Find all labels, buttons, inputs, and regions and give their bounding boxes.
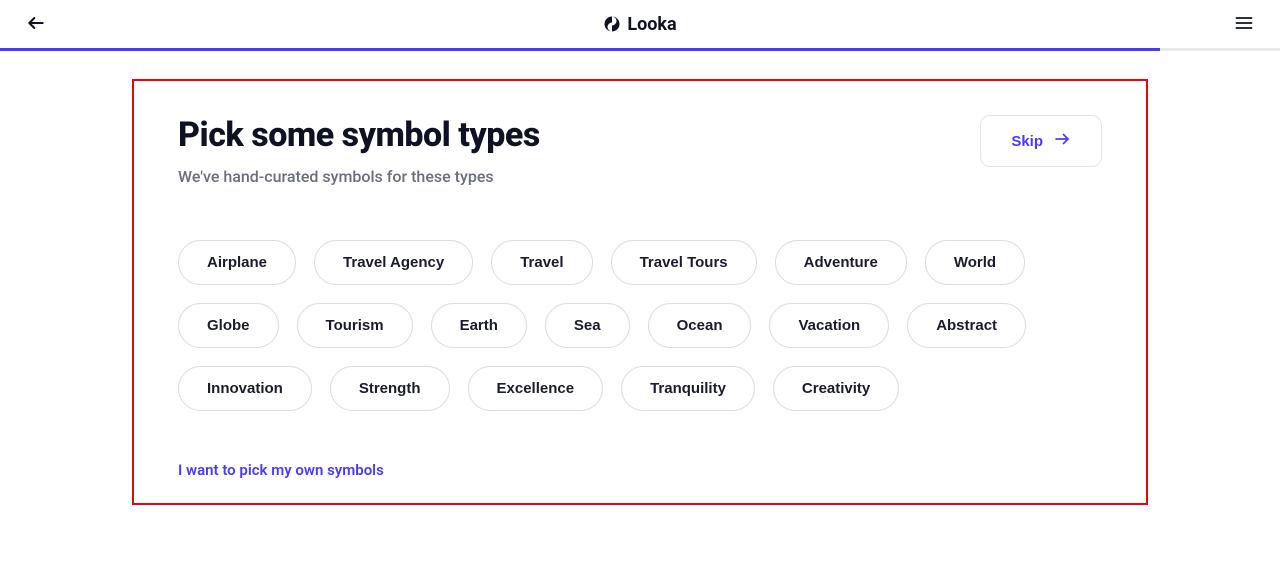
menu-button[interactable] bbox=[1228, 7, 1260, 42]
brand-name: Looka bbox=[627, 14, 676, 35]
chip-adventure[interactable]: Adventure bbox=[775, 240, 907, 285]
chip-ocean[interactable]: Ocean bbox=[648, 303, 752, 348]
chip-travel-agency[interactable]: Travel Agency bbox=[314, 240, 473, 285]
symbol-types-card: Pick some symbol types We've hand-curate… bbox=[132, 79, 1148, 505]
chip-airplane[interactable]: Airplane bbox=[178, 240, 296, 285]
app-header: Looka bbox=[0, 0, 1280, 48]
skip-label: Skip bbox=[1011, 133, 1043, 150]
chip-innovation[interactable]: Innovation bbox=[178, 366, 312, 411]
chip-sea[interactable]: Sea bbox=[545, 303, 630, 348]
chip-travel-tours[interactable]: Travel Tours bbox=[611, 240, 757, 285]
chip-creativity[interactable]: Creativity bbox=[773, 366, 899, 411]
chip-strength[interactable]: Strength bbox=[330, 366, 450, 411]
arrow-left-icon bbox=[26, 13, 46, 36]
page-title: Pick some symbol types bbox=[178, 115, 540, 155]
chip-tranquility[interactable]: Tranquility bbox=[621, 366, 755, 411]
chip-world[interactable]: World bbox=[925, 240, 1025, 285]
pick-own-symbols-link[interactable]: I want to pick my own symbols bbox=[178, 461, 384, 479]
symbol-type-chips: Airplane Travel Agency Travel Travel Tou… bbox=[178, 240, 1102, 411]
chip-tourism[interactable]: Tourism bbox=[297, 303, 413, 348]
hamburger-icon bbox=[1234, 13, 1254, 36]
chip-earth[interactable]: Earth bbox=[431, 303, 527, 348]
chip-globe[interactable]: Globe bbox=[178, 303, 279, 348]
chip-excellence[interactable]: Excellence bbox=[468, 366, 604, 411]
arrow-right-icon bbox=[1053, 130, 1071, 152]
chip-abstract[interactable]: Abstract bbox=[907, 303, 1026, 348]
looka-logo-icon bbox=[603, 15, 621, 33]
chip-vacation[interactable]: Vacation bbox=[769, 303, 889, 348]
chip-travel[interactable]: Travel bbox=[491, 240, 592, 285]
brand-logo: Looka bbox=[603, 14, 676, 35]
back-button[interactable] bbox=[20, 7, 52, 42]
skip-button[interactable]: Skip bbox=[980, 115, 1102, 167]
page-subtitle: We've hand-curated symbols for these typ… bbox=[178, 167, 540, 186]
